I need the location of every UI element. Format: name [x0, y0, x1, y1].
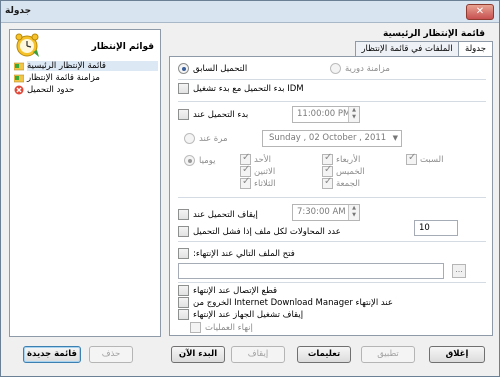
stop-time-spinner[interactable]: 7:30:00 AM ▲ ▼: [292, 204, 360, 221]
sidebar-item-download-limits[interactable]: حدود التحميل: [14, 84, 158, 95]
start-time-value: 11:00:00 PM: [297, 109, 351, 119]
sidebar-item-sync-queue[interactable]: مزامنة قائمة الإنتظار: [14, 72, 158, 83]
stop-at-label: إيقاف التحميل عند: [193, 209, 258, 220]
radio-daily[interactable]: [184, 155, 195, 166]
periodic-sync-label: مزامنة دورية: [345, 63, 390, 74]
limits-x-icon: [14, 85, 24, 94]
tab-bar: الملفات في قائمة الإنتظار جدولة: [169, 41, 493, 58]
once-date-value: Sunday , 02 October , 2011: [269, 133, 387, 143]
retries-input[interactable]: 10: [414, 220, 458, 236]
radio-once-previous[interactable]: [178, 63, 189, 74]
sidebar-item-label: حدود التحميل: [27, 84, 75, 95]
radio-once-at[interactable]: [184, 133, 195, 144]
shutdown-checkbox[interactable]: [178, 309, 189, 320]
shutdown-label: إيقاف تشغيل الجهاز عند الإنتهاء: [193, 309, 304, 320]
day-sat-checkbox[interactable]: [406, 152, 417, 165]
day-tue-checkbox[interactable]: [240, 176, 251, 189]
sidebar-item-label: قائمة الإنتظار الرئيسية: [27, 60, 158, 71]
start-at-label: بدء التحميل عند: [193, 109, 249, 120]
terminate-processes-checkbox[interactable]: [190, 322, 201, 333]
scheduler-window: جدولة ✕ قوائم الإنتظار قائمة الإنتظار ال…: [0, 0, 500, 377]
retries-label: عدد المحاولات لكل ملف إذا فشل التحميل: [193, 226, 341, 237]
title-bar: جدولة ✕: [1, 1, 499, 23]
tab-queue-files[interactable]: الملفات في قائمة الإنتظار: [355, 41, 459, 57]
exit-idm-checkbox[interactable]: [178, 297, 189, 308]
stop-time-value: 7:30:00 AM: [297, 207, 346, 217]
hangup-checkbox[interactable]: [178, 285, 189, 296]
once-at-label: مرة عند: [199, 133, 228, 144]
stop-button[interactable]: إيقاف: [231, 346, 285, 363]
close-button[interactable]: إغلاق: [429, 346, 485, 363]
start-time-spinner[interactable]: 11:00:00 PM ▲ ▼: [292, 106, 360, 123]
spinner-arrows-icon[interactable]: ▲ ▼: [348, 205, 359, 220]
chevron-down-icon: ▼: [392, 134, 398, 142]
sidebar-item-label: مزامنة قائمة الإنتظار: [27, 72, 100, 83]
exit-idm-label: الخروج من Internet Download Manager عند …: [193, 297, 393, 308]
day-fri-label: الجمعة: [336, 178, 361, 189]
day-sat-label: السبت: [420, 154, 444, 165]
open-file-label: فتح الملف التالي عند الإنتهاء:: [193, 248, 295, 259]
schedule-panel: التحميل السابق مزامنة دورية بدء التحميل …: [169, 56, 493, 336]
radio-periodic-sync[interactable]: [330, 63, 341, 74]
window-title: جدولة: [5, 6, 32, 16]
browse-button[interactable]: ...: [452, 264, 466, 278]
daily-label: يوميا: [199, 155, 216, 166]
once-previous-label: التحميل السابق: [193, 63, 248, 74]
day-thu-label: الخميس: [336, 166, 365, 177]
help-button[interactable]: تعليمات: [297, 346, 351, 363]
sidebar-item-main-queue[interactable]: قائمة الإنتظار الرئيسية: [14, 60, 158, 71]
day-wed-label: الأربعاء: [336, 154, 361, 165]
queue-folder-icon: [14, 62, 24, 70]
terminate-processes-label: إنهاء العمليات: [205, 322, 253, 333]
delete-button[interactable]: حذف: [89, 346, 133, 363]
retries-checkbox[interactable]: [178, 226, 189, 237]
alarm-clock-icon: [15, 33, 39, 57]
close-window-button[interactable]: ✕: [466, 4, 494, 20]
stop-at-checkbox[interactable]: [178, 209, 189, 220]
day-tue-label: الثلاثاء: [254, 178, 276, 189]
day-fri-checkbox[interactable]: [322, 176, 333, 189]
hangup-label: قطع الإتصال عند الإنتهاء: [193, 285, 278, 296]
sync-folder-icon: [14, 74, 24, 82]
sidebar-header: قوائم الإنتظار: [91, 42, 154, 52]
start-at-checkbox[interactable]: [178, 109, 189, 120]
apply-button[interactable]: تطبيق: [361, 346, 415, 363]
open-file-path-input[interactable]: [178, 263, 444, 279]
day-mon-label: الاثنين: [254, 166, 276, 177]
main-queue-title: قائمة الإنتظار الرئيسية: [383, 29, 485, 39]
start-now-button[interactable]: البدء الآن: [171, 346, 225, 363]
open-file-checkbox[interactable]: [178, 248, 189, 259]
start-with-idm-checkbox[interactable]: [178, 83, 189, 94]
queue-list: قائمة الإنتظار الرئيسية مزامنة قائمة الإ…: [14, 60, 158, 96]
once-date-picker[interactable]: Sunday , 02 October , 2011 ▼: [262, 130, 402, 147]
day-sun-label: الأحد: [254, 154, 271, 165]
new-queue-button[interactable]: قائمة جديدة: [23, 346, 81, 363]
queues-sidebar: قوائم الإنتظار قائمة الإنتظار الرئيسية م…: [9, 29, 161, 337]
spinner-arrows-icon[interactable]: ▲ ▼: [348, 107, 359, 122]
start-with-idm-label: بدء التحميل مع بدء تشغيل IDM: [193, 83, 304, 94]
